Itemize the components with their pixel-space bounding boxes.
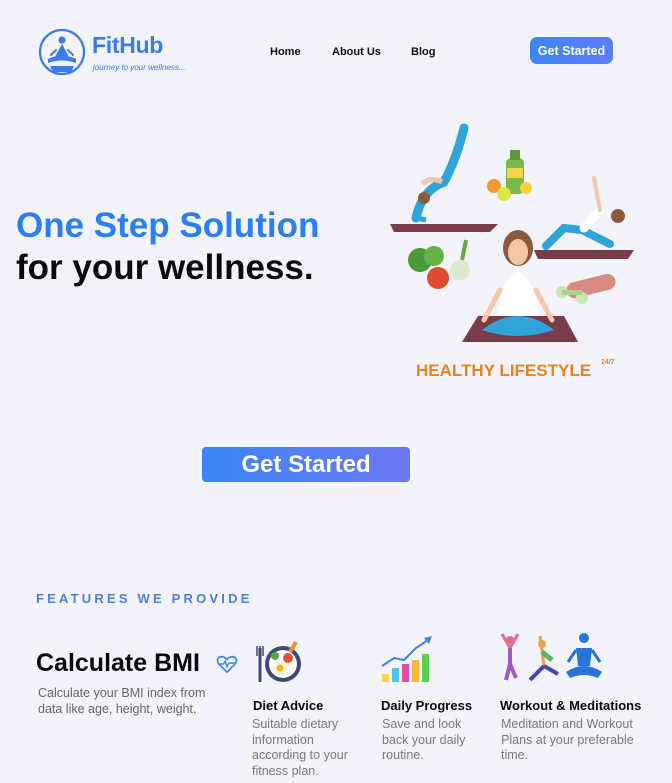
nav-link-home[interactable]: Home	[270, 46, 301, 58]
hero-headline-accent: One Step Solution	[16, 206, 320, 245]
feature-description-workout-meditations: Meditation and Workout Plans at your pre…	[501, 717, 634, 762]
meditation-logo-icon	[38, 28, 86, 76]
feature-description-diet-advice: Suitable dietary information according t…	[252, 717, 348, 778]
nav-link-blog[interactable]: Blog	[411, 46, 435, 58]
feature-title-workout-meditations: Workout & Meditations	[500, 698, 642, 713]
bmi-title: Calculate BMI	[36, 649, 200, 677]
diet-plate-icon	[256, 640, 301, 682]
brand-logo[interactable]: FitHub journey to your wellness...	[38, 28, 218, 80]
bmi-description: Calculate your BMI index from data like …	[38, 686, 206, 716]
progress-chart-icon	[381, 636, 432, 682]
features-heading: FEATURES WE PROVIDE	[36, 591, 253, 606]
illustration-superscript: 24/7	[601, 359, 615, 366]
workout-people-icon	[500, 633, 602, 682]
navbar: FitHub journey to your wellness... Home …	[0, 0, 672, 100]
illustration-caption: HEALTHY LIFESTYLE	[416, 361, 591, 380]
nav-get-started-button[interactable]: Get Started	[530, 37, 613, 64]
brand-tagline: journey to your wellness...	[93, 63, 186, 72]
healthy-lifestyle-illustration: HEALTHY LIFESTYLE 24/7	[390, 123, 634, 380]
hero-get-started-button[interactable]: Get Started	[202, 447, 410, 482]
nav-link-about-us[interactable]: About Us	[332, 46, 381, 58]
feature-description-daily-progress: Save and look back your daily routine.	[382, 717, 466, 762]
feature-title-daily-progress: Daily Progress	[381, 698, 473, 713]
feature-title-diet-advice: Diet Advice	[253, 698, 324, 713]
heartbeat-icon	[216, 655, 238, 674]
hero-headline: for your wellness.	[16, 248, 314, 287]
brand-name: FitHub	[92, 32, 164, 58]
